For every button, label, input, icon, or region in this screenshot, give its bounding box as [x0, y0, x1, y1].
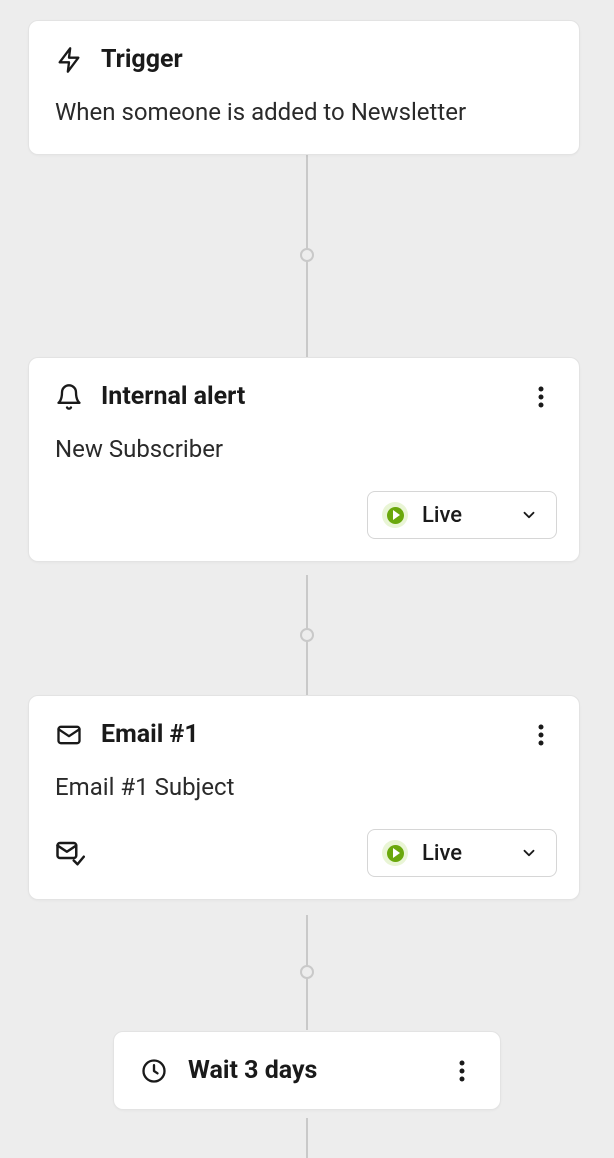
more-menu-button[interactable] — [450, 1059, 474, 1083]
alert-description: New Subscriber — [29, 411, 579, 491]
card-footer: Live — [29, 829, 579, 899]
kebab-icon — [538, 385, 544, 409]
connector-add-dot[interactable] — [300, 248, 314, 262]
lightning-icon — [55, 46, 83, 74]
internal-alert-card[interactable]: Internal alert New Subscriber Live — [28, 357, 580, 562]
kebab-icon — [538, 723, 544, 747]
card-title: Trigger — [101, 45, 183, 74]
clock-icon — [140, 1057, 168, 1085]
status-label: Live — [422, 841, 506, 866]
card-title: Internal alert — [101, 382, 245, 411]
chevron-down-icon — [520, 506, 538, 524]
more-menu-button[interactable] — [529, 385, 553, 409]
connector-add-dot[interactable] — [300, 628, 314, 642]
card-header: Internal alert — [29, 358, 579, 411]
card-header: Trigger — [29, 21, 579, 74]
card-header: Email #1 — [29, 696, 579, 749]
chevron-down-icon — [520, 844, 538, 862]
more-menu-button[interactable] — [529, 723, 553, 747]
mail-icon — [55, 721, 83, 749]
wait-card[interactable]: Wait 3 days — [113, 1031, 501, 1110]
trigger-description: When someone is added to Newsletter — [29, 74, 579, 154]
email-subject: Email #1 Subject — [29, 749, 579, 829]
wait-label: Wait 3 days — [188, 1056, 317, 1085]
kebab-icon — [459, 1059, 465, 1083]
connector-add-dot[interactable] — [300, 965, 314, 979]
connector-line — [306, 1118, 308, 1158]
status-select[interactable]: Live — [367, 491, 557, 539]
card-footer: Live — [29, 491, 579, 561]
email-card[interactable]: Email #1 Email #1 Subject — [28, 695, 580, 900]
status-select[interactable]: Live — [367, 829, 557, 877]
trigger-card[interactable]: Trigger When someone is added to Newslet… — [28, 20, 580, 155]
automation-flow-canvas: Trigger When someone is added to Newslet… — [0, 0, 614, 1156]
email-designed-icon — [51, 838, 85, 868]
card-title: Email #1 — [101, 720, 199, 749]
status-label: Live — [422, 503, 506, 528]
card-inner: Wait 3 days — [114, 1032, 500, 1109]
bell-icon — [55, 383, 83, 411]
live-status-icon — [382, 840, 408, 866]
live-status-icon — [382, 502, 408, 528]
